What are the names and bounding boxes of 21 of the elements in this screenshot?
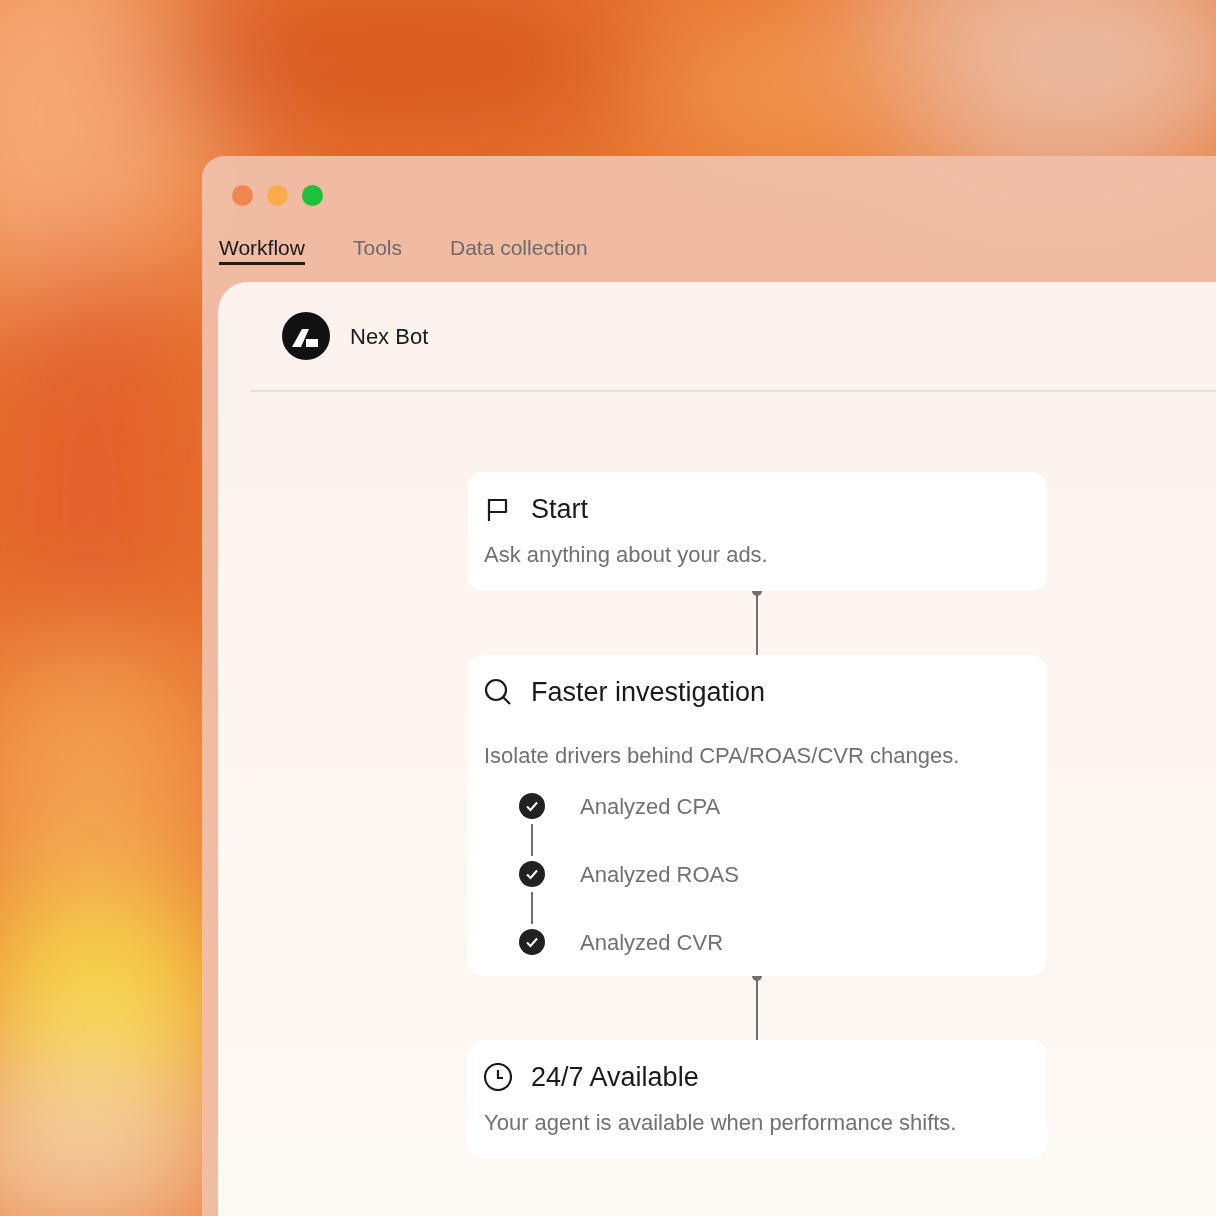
tab[interactable]: Tools — [352, 228, 402, 265]
step-label: Analyzed ROAS — [580, 860, 739, 889]
card-description: Your agent is available when performance shifts. — [484, 1109, 958, 1137]
clock-icon — [484, 1063, 512, 1091]
window-control[interactable] — [232, 185, 253, 206]
tab[interactable]: Workflow — [219, 228, 305, 265]
window-control[interactable] — [302, 185, 323, 206]
logo-icon — [282, 312, 330, 360]
step-label: Analyzed CVR — [580, 928, 724, 957]
card-description: Ask anything about your ads. — [484, 541, 769, 569]
card-description: Isolate drivers behind CPA/ROAS/CVR changes. — [484, 742, 961, 770]
window-control[interactable] — [267, 185, 288, 206]
card-title: 24/7 Available — [531, 1060, 699, 1094]
connector-line — [752, 976, 762, 1040]
connector-line — [752, 591, 762, 655]
step-label: Analyzed CPA — [580, 792, 721, 821]
tab[interactable]: Data collection — [450, 228, 588, 265]
search-icon — [484, 678, 512, 706]
card-title: Start — [531, 492, 589, 526]
bot-name: Nex Bot — [350, 322, 429, 351]
card-title: Faster investigation — [531, 675, 766, 709]
